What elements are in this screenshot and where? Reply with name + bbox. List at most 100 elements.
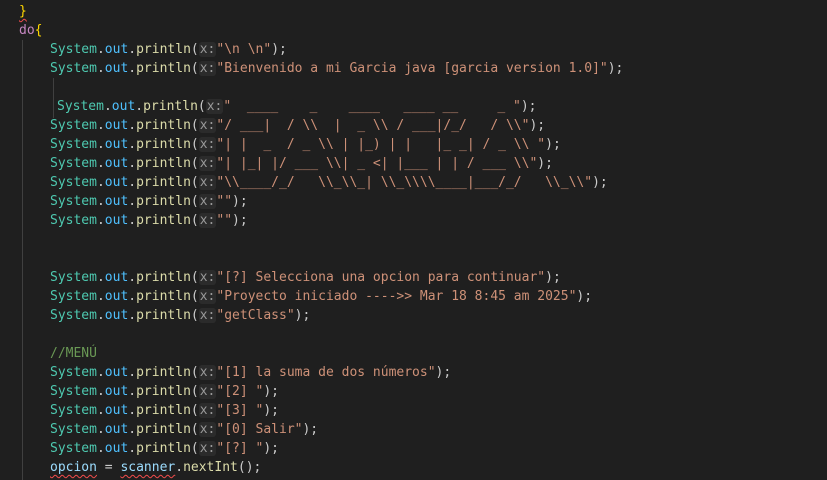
string-literal: "": [216, 194, 233, 209]
code-line[interactable]: System.out.println(x:"[3] ");: [50, 401, 279, 420]
dot-token: .: [96, 156, 105, 171]
paren-token: (: [190, 61, 199, 76]
method-token: nextInt: [183, 460, 238, 475]
string-literal: "\\____/_/ \\_\\_| \\_\\\\____|___/_/ \\…: [216, 175, 593, 190]
statement-end: );: [232, 194, 248, 209]
code-line[interactable]: System.out.println(x:"Bienvenido a mi Ga…: [50, 59, 623, 78]
code-line[interactable]: System.out.println(x:" ____ _ ____ ____ …: [57, 97, 536, 116]
code-line[interactable]: System.out.println(x:"[1] la suma de dos…: [50, 363, 451, 382]
statement-end: );: [537, 156, 553, 171]
class-token: System: [57, 99, 104, 114]
method-token: println: [136, 156, 191, 171]
code-line[interactable]: System.out.println(x:"[0] Salir");: [50, 420, 318, 439]
code-line[interactable]: System.out.println(x:"\n \n");: [50, 40, 287, 59]
variable-scanner: scanner: [120, 460, 176, 475]
field-token: out: [104, 365, 129, 380]
field-token: out: [104, 384, 129, 399]
field-token: out: [104, 42, 129, 57]
method-token: println: [136, 194, 191, 209]
statement-end: );: [435, 365, 452, 380]
paren-token: (: [190, 308, 199, 323]
dot-token: .: [96, 194, 105, 209]
class-token: System: [50, 289, 97, 304]
code-line[interactable]: System.out.println(x:"[2] ");: [50, 382, 279, 401]
dot-token: .: [96, 289, 105, 304]
string-literal: "Proyecto iniciado ---->> Mar 18 8:45 am…: [216, 289, 577, 304]
dot-token: .: [96, 422, 105, 437]
closing-brace: }: [19, 4, 27, 19]
code-line[interactable]: System.out.println(x:"| | _ / _ \\ | |_)…: [50, 135, 561, 154]
code-editor[interactable]: } do{System.out.println(x:"\n \n"); System…: [0, 0, 827, 480]
code-line[interactable]: }: [19, 2, 27, 21]
code-line[interactable]: System.out.println(x:"getClass");: [50, 306, 310, 325]
paren-token: (: [197, 99, 206, 114]
dot-token: .: [96, 61, 105, 76]
dot-token: .: [175, 460, 184, 475]
dot-token: .: [96, 137, 105, 152]
dot-token: .: [128, 213, 137, 228]
paren-token: (: [190, 365, 199, 380]
method-token: println: [136, 308, 191, 323]
class-token: System: [50, 156, 97, 171]
code-line[interactable]: System.out.println(x:"");: [50, 192, 248, 211]
code-line[interactable]: do{: [19, 21, 42, 40]
field-token: out: [104, 308, 129, 323]
dot-token: .: [96, 403, 105, 418]
dot-token: .: [128, 137, 137, 152]
dot-token: .: [128, 441, 137, 456]
method-token: println: [136, 175, 191, 190]
paren-token: (: [190, 270, 199, 285]
method-token: println: [136, 137, 191, 152]
method-token: println: [136, 42, 191, 57]
paren-token: (: [190, 194, 199, 209]
dot-token: .: [96, 175, 105, 190]
string-literal: "/ ___| / \\ | _ \\ / ___|/_/ / \\": [216, 118, 530, 133]
parameter-hint: x:: [205, 99, 224, 114]
field-token: out: [104, 213, 129, 228]
method-token: println: [136, 365, 191, 380]
code-line[interactable]: System.out.println(x:"| |_| |/ ___ \\| _…: [50, 154, 553, 173]
statement-end: );: [294, 308, 311, 323]
dot-token: .: [128, 42, 137, 57]
class-token: System: [50, 403, 97, 418]
dot-token: .: [96, 384, 105, 399]
field-token: out: [104, 118, 129, 133]
code-line[interactable]: System.out.println(x:"\\____/_/ \\_\\_| …: [50, 173, 608, 192]
code-line[interactable]: System.out.println(x:"[?] ");: [50, 439, 279, 458]
field-token: out: [104, 270, 129, 285]
class-token: System: [50, 118, 97, 133]
statement-end: );: [232, 213, 248, 228]
field-token: out: [104, 156, 129, 171]
paren-token: (: [190, 384, 199, 399]
string-literal: "": [216, 213, 233, 228]
class-token: System: [50, 441, 97, 456]
code-line[interactable]: System.out.println(x:"Proyecto iniciado …: [50, 287, 592, 306]
code-line[interactable]: System.out.println(x:"[?] Selecciona una…: [50, 268, 561, 287]
string-literal: "[?] Selecciona una opcion para continua…: [216, 270, 546, 285]
code-line[interactable]: System.out.println(x:"/ ___| / \\ | _ \\…: [50, 116, 545, 135]
dot-token: .: [96, 270, 105, 285]
code-line[interactable]: opcion = scanner.nextInt();: [50, 458, 261, 477]
method-token: println: [136, 213, 191, 228]
code-line[interactable]: System.out.println(x:"");: [50, 211, 248, 230]
string-literal: "[2] ": [216, 384, 264, 399]
statement-end: );: [302, 422, 319, 437]
parameter-hint: x:: [198, 289, 217, 304]
method-token: println: [136, 441, 191, 456]
string-literal: " ____ _ ____ ____ __ _ ": [223, 99, 521, 114]
string-literal: "[1] la suma de dos números": [216, 365, 436, 380]
paren-token: (: [190, 156, 199, 171]
string-literal: "\n \n": [216, 42, 272, 57]
dot-token: .: [96, 308, 105, 323]
parameter-hint: x:: [198, 42, 217, 57]
statement-end: );: [545, 270, 561, 285]
class-token: System: [50, 61, 97, 76]
statement-end: );: [263, 403, 280, 418]
statement-end: );: [592, 175, 608, 190]
string-literal: "| | _ / _ \\ | |_) | | |_ _| / _ \\ ": [216, 137, 546, 152]
method-token: println: [136, 384, 191, 399]
comment: //MENÚ: [50, 346, 97, 361]
paren-token: (: [190, 175, 199, 190]
code-line[interactable]: //MENÚ: [50, 344, 97, 363]
dot-token: .: [96, 118, 105, 133]
